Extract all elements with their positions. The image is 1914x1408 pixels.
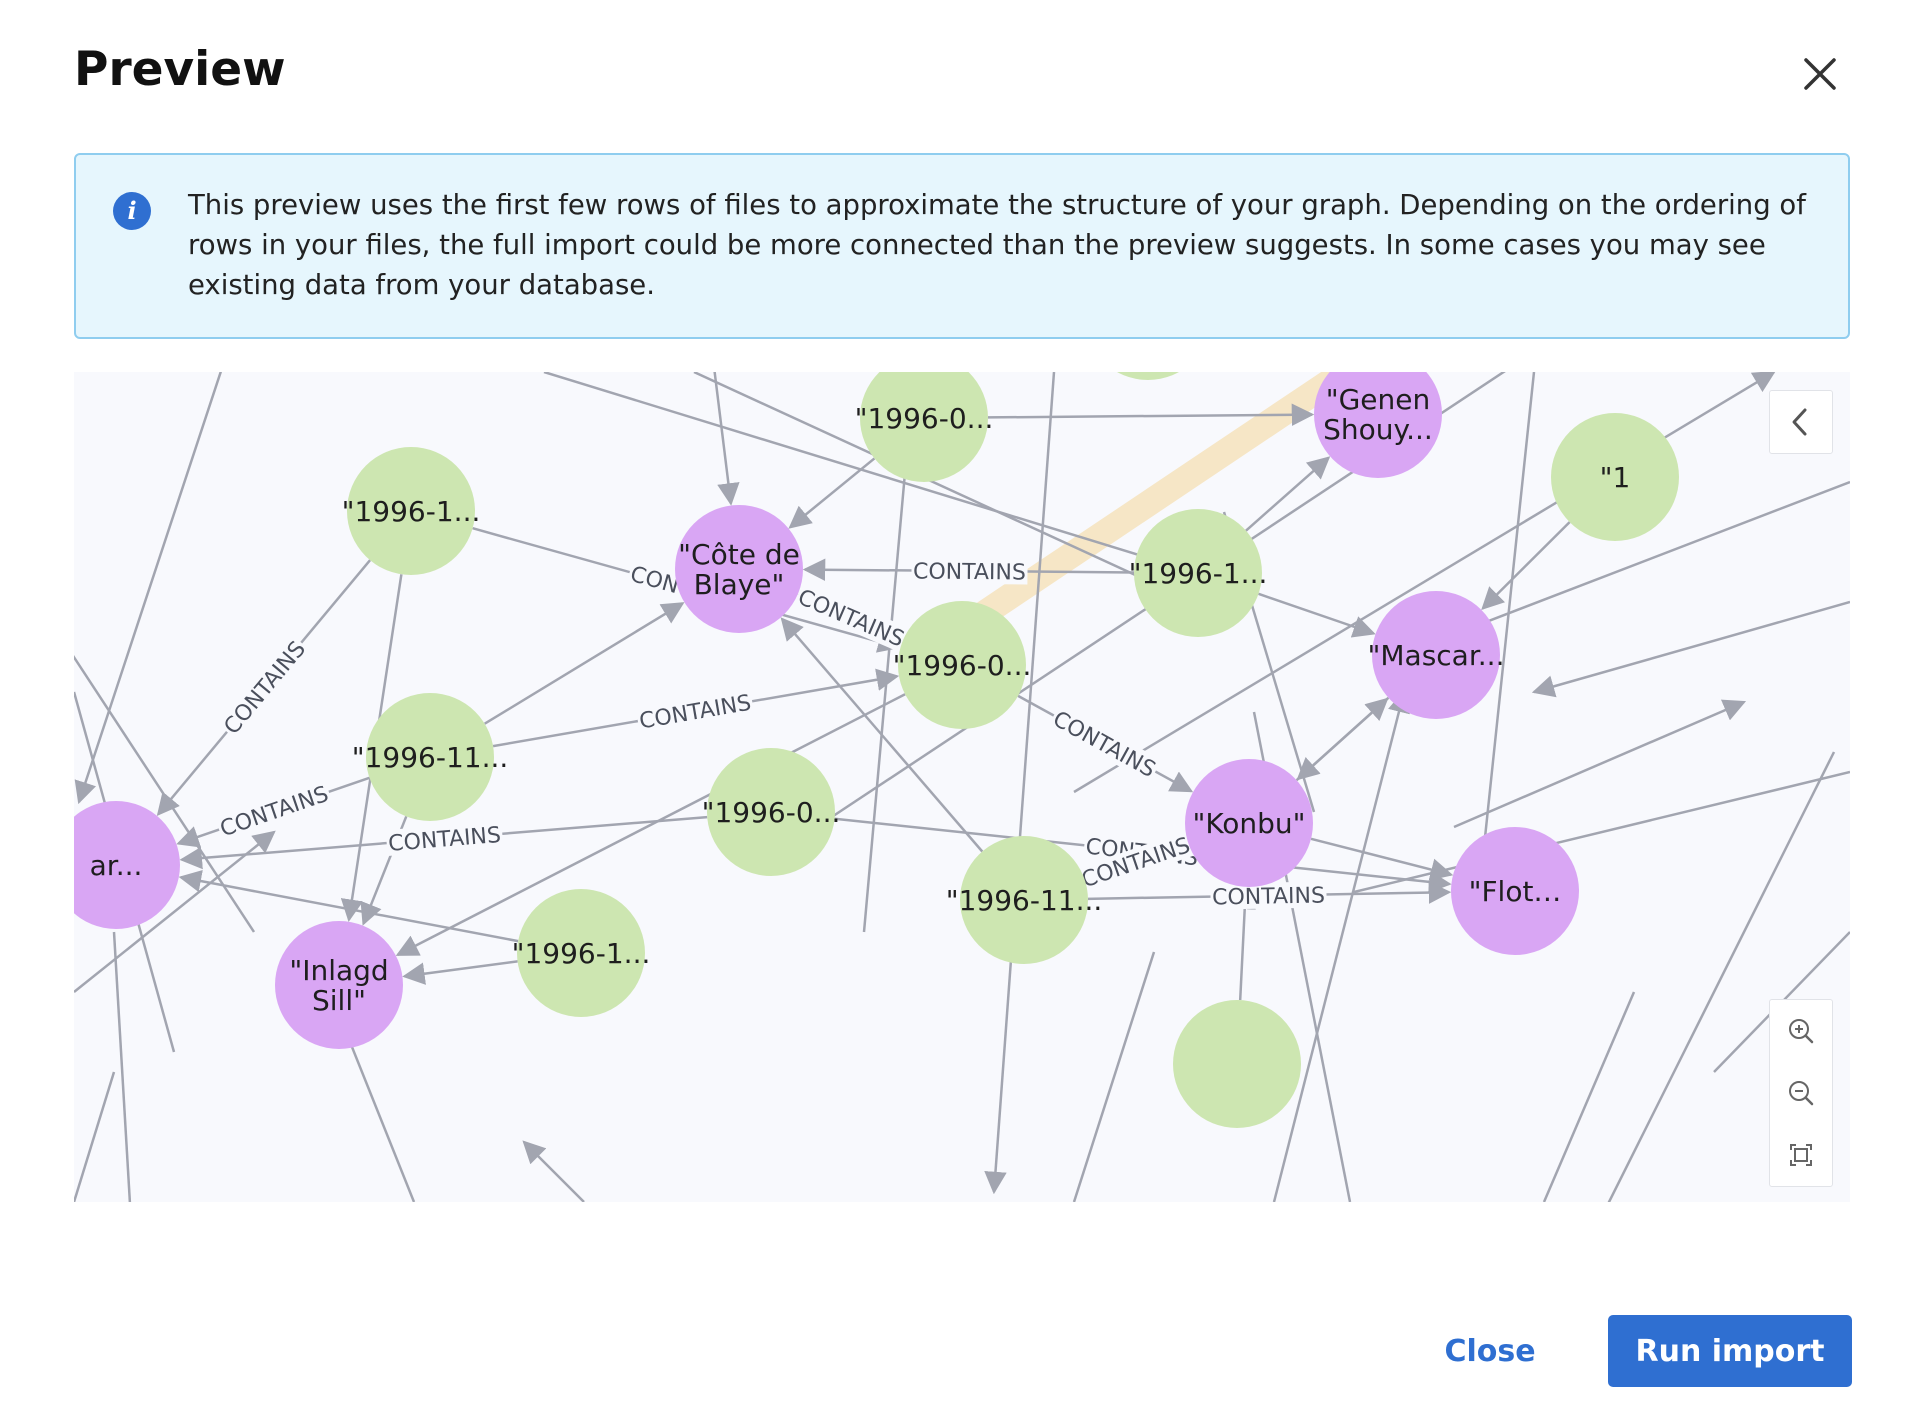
chevron-left-icon[interactable] [1769, 390, 1833, 454]
node-label: ar... [90, 849, 143, 882]
graph-node-d3[interactable]: "1996-1... [1129, 509, 1268, 637]
relationship-edge[interactable] [1482, 372, 1536, 848]
relationship-edge[interactable] [1245, 456, 1331, 532]
relationship-label: CONTAINS [913, 560, 1026, 586]
relationship-edge[interactable] [984, 372, 1056, 1195]
graph-node-d6[interactable]: "1996-0... [702, 748, 841, 876]
relationship-edge[interactable] [402, 960, 518, 985]
graph-node-cote[interactable]: "Côte deBlaye" [675, 505, 803, 633]
node-label: "1996-1... [512, 937, 651, 970]
graph-node-inlagd[interactable]: "InlagdSill" [275, 921, 403, 1049]
node-label: "Genen [1326, 383, 1431, 416]
graph-node-b3[interactable] [1173, 1000, 1301, 1128]
relationship-label: CONTAINS [1048, 707, 1159, 783]
node-label: "1996-1... [342, 495, 481, 528]
node-label: "1996-1... [1129, 557, 1268, 590]
graph-node-d8[interactable]: "1996-1... [512, 889, 651, 1017]
relationship-edge[interactable] [1272, 689, 1410, 1202]
fit-screen-icon[interactable] [1770, 1124, 1834, 1186]
relationship-edge[interactable] [1258, 592, 1376, 638]
graph-node-genen[interactable]: "GenenShouy... [1314, 372, 1442, 478]
relationship-edge[interactable] [1072, 951, 1156, 1202]
relationship-edge[interactable] [74, 372, 224, 805]
node-circle[interactable] [1173, 1000, 1301, 1128]
relationship-edge[interactable] [1296, 696, 1390, 781]
relationship-edge[interactable] [1542, 991, 1636, 1202]
graph-svg[interactable]: CONTAINSCONTAINSCONTAINSCONTAINSCONTAINS… [74, 372, 1850, 1202]
relationship-label: CONTAINS [387, 823, 501, 857]
relationship-edge[interactable] [788, 457, 876, 529]
graph-canvas[interactable]: CONTAINS CONTAINS CONTAINS CONTAINS CONTAINS… [74, 372, 1850, 1202]
relationship-edge[interactable] [74, 1071, 116, 1202]
graph-node-d1[interactable]: "1996-1... [342, 447, 481, 575]
info-banner: i This preview uses the first few rows o… [74, 153, 1850, 339]
relationship-edge[interactable] [712, 372, 740, 506]
node-label: "Konbu" [1192, 807, 1305, 840]
relationship-edge[interactable] [1531, 600, 1850, 698]
zoom-controls [1769, 999, 1833, 1187]
graph-node-mascar[interactable]: "Mascar... [1368, 591, 1505, 719]
graph-node-d5[interactable]: "1996-11... [352, 693, 509, 821]
relationship-edge[interactable] [1353, 770, 1850, 894]
node-label: "1996-11... [352, 741, 509, 774]
graph-node-b2[interactable] [1084, 372, 1212, 380]
info-text: This preview uses the first few rows of … [188, 189, 1806, 301]
node-label: Shouy... [1323, 413, 1433, 446]
node-label: "Mascar... [1368, 639, 1505, 672]
run-import-button[interactable]: Run import [1608, 1315, 1852, 1387]
close-button[interactable]: Close [1430, 1315, 1550, 1387]
dialog-title: Preview [74, 42, 286, 97]
info-icon: i [113, 192, 151, 230]
graph-node-konbu[interactable]: "Konbu" [1185, 759, 1313, 887]
node-label: "1 [1600, 461, 1631, 494]
zoom-in-icon[interactable] [1770, 1000, 1834, 1062]
node-label: Blaye" [694, 568, 785, 601]
relationship-label: CONTAINS [220, 637, 311, 740]
node-label: "Côte de [678, 538, 800, 571]
graph-node-edgeR[interactable]: "1 [1551, 413, 1679, 541]
graph-node-d2[interactable]: "1996-0... [855, 372, 994, 482]
relationship-label: CONTAINS [794, 585, 908, 653]
relationship-edge[interactable] [522, 1140, 585, 1202]
node-label: Sill" [312, 984, 366, 1017]
node-circle[interactable] [1084, 372, 1212, 380]
node-label: "1996-11... [946, 884, 1103, 917]
node-label: "Inlagd [289, 954, 388, 987]
zoom-out-icon[interactable] [1770, 1062, 1834, 1124]
graph-node-mar[interactable]: ar... [74, 801, 180, 929]
close-icon[interactable] [1798, 52, 1842, 96]
graph-node-d7[interactable]: "1996-11... [946, 836, 1103, 964]
node-label: "1996-0... [893, 649, 1032, 682]
relationship-edge[interactable] [1310, 837, 1454, 881]
relationship-label: CONTAINS [638, 691, 753, 735]
node-label: "1996-0... [702, 796, 841, 829]
node-label: "Flot… [1469, 875, 1562, 908]
graph-node-d4[interactable]: "1996-0... [893, 601, 1032, 729]
graph-node-flot[interactable]: "Flot… [1451, 827, 1579, 955]
relationship-edge[interactable] [112, 931, 134, 1202]
node-label: "1996-0... [855, 402, 994, 435]
relationship-label: CONTAINS [1212, 883, 1325, 910]
